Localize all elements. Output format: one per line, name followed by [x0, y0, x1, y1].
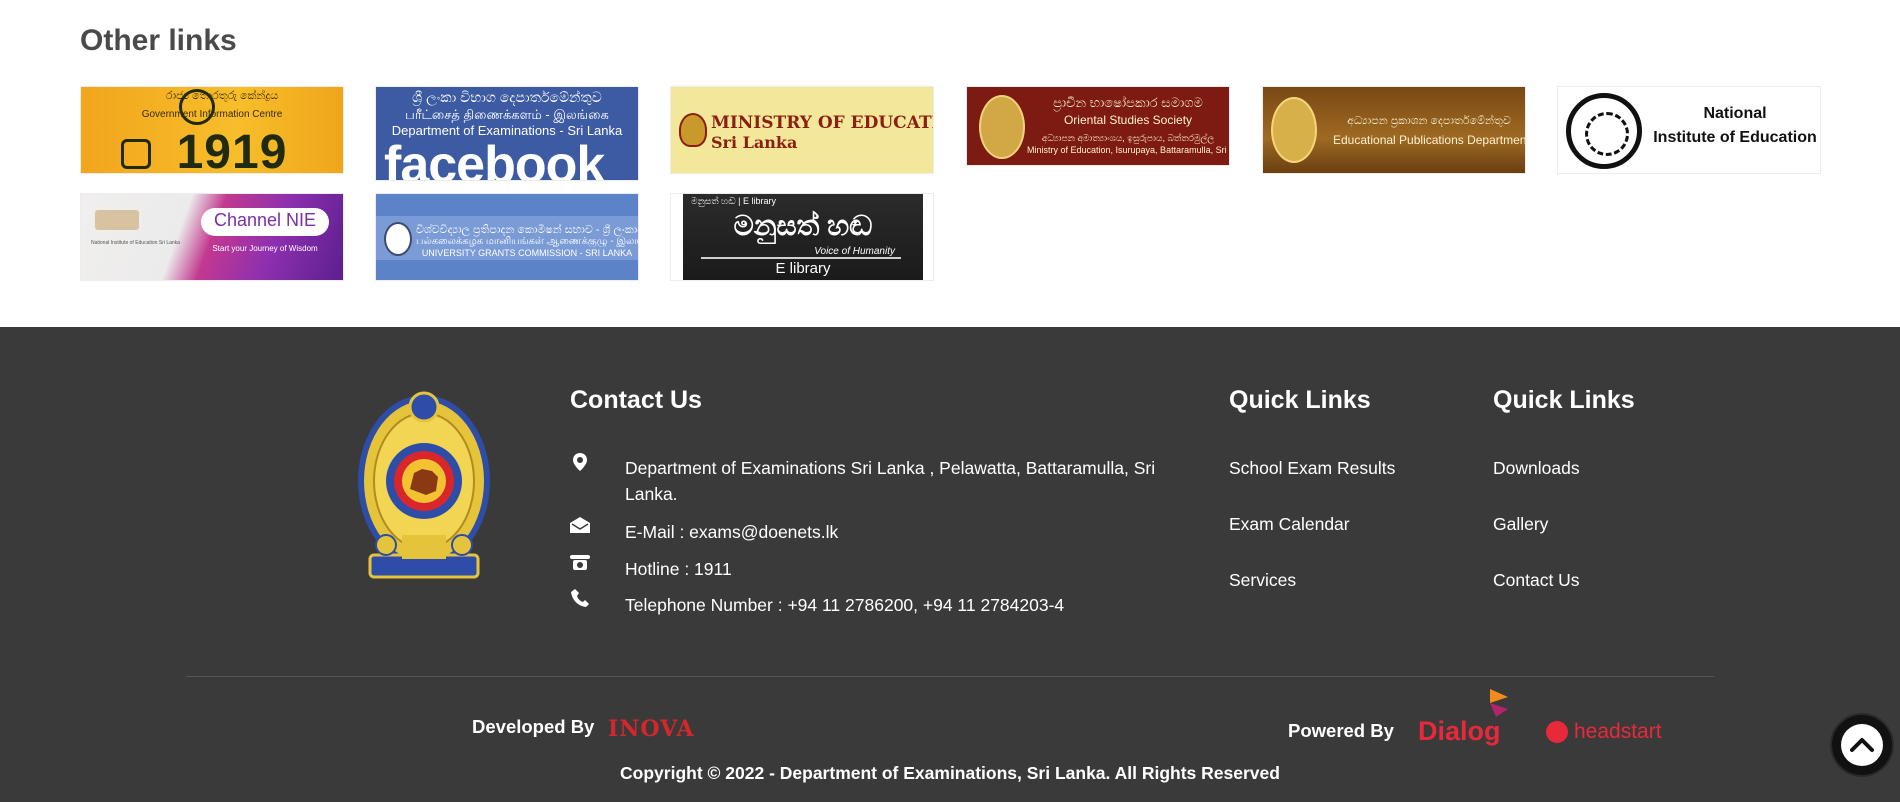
nie-small-logo-icon: [95, 210, 139, 230]
tile-ugc-line3: UNIVERSITY GRANTS COMMISSION - SRI LANKA: [421, 248, 633, 258]
map-pin-icon: [570, 452, 590, 472]
link-tile-oriental-studies-society[interactable]: ප්‍රාචීන භාෂෝපකාර සමාගම Oriental Studies…: [966, 86, 1230, 166]
other-links-section: Other links රාජ්‍ය තොරතුරු කේන්ද්‍රය Gov…: [0, 0, 1900, 327]
tile-channel-small-text: National Institute of Education Sri Lank…: [91, 240, 180, 246]
tile-moe-line2: Sri Lanka: [711, 133, 798, 152]
quick-link-school-exam-results[interactable]: School Exam Results: [1229, 458, 1395, 479]
tile-facebook-line1: ශ්‍රී ලංකා විභාග දෙපාර්තමේන්තුව: [412, 89, 602, 105]
copyright-text: Copyright © 2022 - Department of Examina…: [620, 763, 1280, 783]
quick-link-downloads[interactable]: Downloads: [1493, 458, 1580, 479]
quick-links-title-2: Quick Links: [1493, 386, 1635, 414]
tile-elib-label: E library: [775, 260, 831, 277]
tile-elib-title: මනුසත් හඬ: [733, 210, 873, 241]
envelope-icon: [570, 515, 590, 535]
tile-1919-number: 1919: [176, 126, 288, 174]
tile-facebook-line2: பரீட்சைத் திணைக்களம் - இலங்கை: [405, 107, 609, 122]
inova-logo-link[interactable]: INOVA: [608, 716, 695, 742]
contact-telephone-link[interactable]: Telephone Number : +94 11 2786200, +94 1…: [625, 592, 1185, 618]
quick-link-contact-us[interactable]: Contact Us: [1493, 570, 1580, 591]
tile-1919-line1: රාජ්‍ය තොරතුරු කේන්ද්‍රය: [165, 90, 279, 102]
developed-by-label: Developed By: [472, 716, 595, 737]
link-tile-university-grants-commission[interactable]: විශ්වවිද්‍යාල ප්‍රතිපාදන කොමිෂන් සභාව - …: [375, 193, 639, 281]
site-footer: Contact Us Department of Examinations Sr…: [0, 327, 1900, 802]
facebook-wordmark: facebook: [384, 136, 605, 181]
phone-icon: [570, 588, 590, 608]
telephone-icon: [570, 552, 590, 572]
contact-hotline-link[interactable]: Hotline : 1911: [625, 556, 1185, 582]
chevron-up-icon: [1850, 738, 1874, 752]
link-tile-ministry-of-education[interactable]: MINISTRY OF EDUCATION Sri Lanka: [670, 86, 934, 174]
e-library-divider: [701, 257, 901, 259]
scroll-top-ring: [1841, 724, 1883, 766]
tile-channel-name: Channel NIE: [213, 210, 317, 230]
dialog-logo-icon: [1490, 689, 1508, 717]
tile-elib-tagline: Voice of Humanity: [814, 246, 895, 257]
sri-lanka-emblem-icon: [358, 391, 490, 579]
quick-link-services[interactable]: Services: [1229, 570, 1296, 591]
link-tile-national-institute-of-education[interactable]: National Institute of Education: [1557, 86, 1821, 174]
footer-divider: [186, 676, 1714, 677]
link-tile-1919[interactable]: රාජ්‍ය තොරතුරු කේන්ද්‍රය Government Info…: [80, 86, 344, 174]
tile-oriental-line3: අධ්‍යාපන අමාත්‍යාංශය, ඉසුරුපාය, බත්තරමුල…: [1041, 133, 1215, 143]
tile-pub-line1: අධ්‍යාපන ප්‍රකාශන දෙපාර්තමේන්තුව: [1347, 115, 1511, 127]
powered-by-label: Powered By: [1288, 720, 1394, 741]
headstart-logo-link[interactable]: headstart: [1546, 720, 1662, 744]
tile-moe-line1: MINISTRY OF EDUCATION: [711, 113, 933, 133]
contact-us-title: Contact Us: [570, 386, 702, 414]
contact-email-link[interactable]: E-Mail : exams@doenets.lk: [625, 519, 1185, 545]
tile-pub-line2: Educational Publications Department: [1333, 133, 1526, 147]
quick-link-gallery[interactable]: Gallery: [1493, 514, 1548, 535]
link-tile-channel-nie[interactable]: National Institute of Education Sri Lank…: [80, 193, 344, 281]
link-tile-facebook[interactable]: ශ්‍රී ලංකා විභාග දෙපාර්තමේන්තුව பரீட்சைத…: [375, 86, 639, 181]
link-tile-e-library[interactable]: මනුසත් හඬ | E library මනුසත් හඬ Voice of…: [670, 193, 934, 281]
tile-1919-line2: Government Information Centre: [141, 109, 283, 120]
link-tile-educational-publications[interactable]: අධ්‍යාපන ප්‍රකාශන දෙපාර්තමේන්තුව Educati…: [1262, 86, 1526, 174]
scroll-to-top-button[interactable]: [1830, 713, 1894, 777]
dialog-logo-link[interactable]: Dialog: [1418, 716, 1501, 747]
tile-nie-line2: Institute of Education: [1653, 129, 1817, 146]
tile-oriental-line1: ප්‍රාචීන භාෂෝපකාර සමාගම: [1053, 95, 1203, 110]
tile-ugc-line2: பல்கலைக்கழக மானியங்கள் ஆணைக்குழு - இலங்க…: [416, 236, 639, 247]
quick-links-title-1: Quick Links: [1229, 386, 1371, 414]
quick-link-exam-calendar[interactable]: Exam Calendar: [1229, 514, 1350, 535]
sri-lanka-crest-icon: [1271, 97, 1317, 163]
tile-nie-line1: National: [1703, 105, 1767, 122]
tile-oriental-line2: Oriental Studies Society: [1063, 113, 1193, 127]
other-links-heading: Other links: [80, 24, 237, 57]
sri-lanka-crest-icon: [679, 113, 707, 147]
tile-oriental-line4: Ministry of Education, Isurupaya, Battar…: [1027, 145, 1229, 155]
tile-elib-line1: මනුසත් හඬ | E library: [691, 196, 776, 206]
tile-channel-tagline: Start your Journey of Wisdom: [212, 244, 318, 253]
contact-address: Department of Examinations Sri Lanka , P…: [625, 458, 1156, 504]
